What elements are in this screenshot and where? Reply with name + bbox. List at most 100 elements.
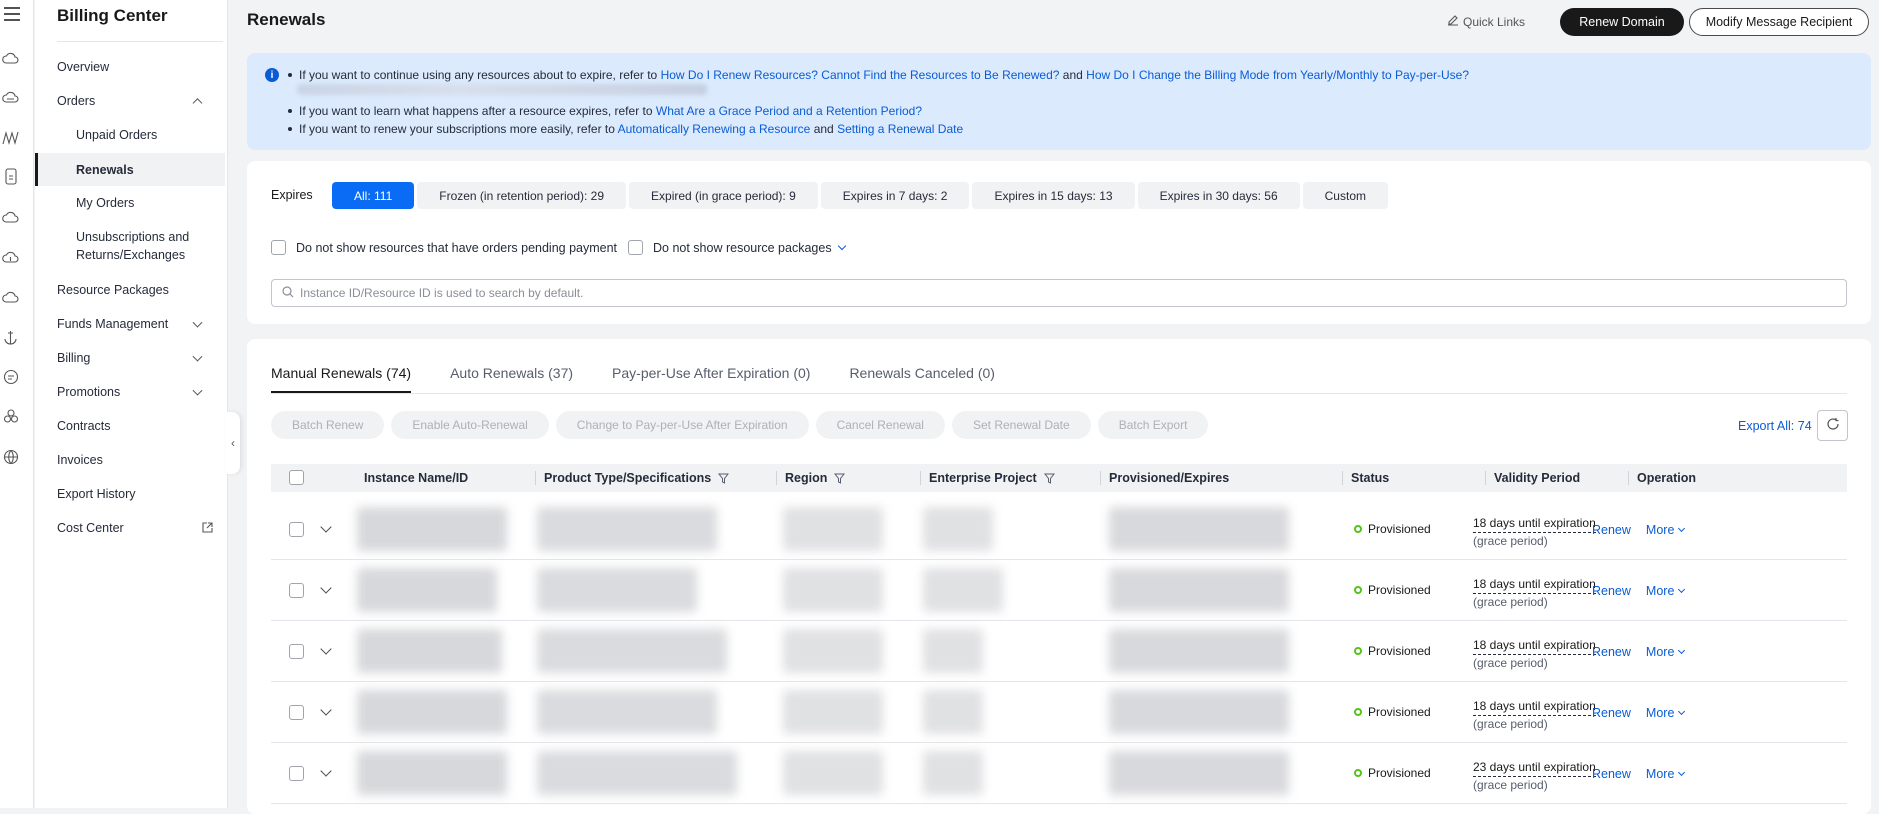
tab-renewals-canceled[interactable]: Renewals Canceled (0) [849,365,995,393]
sidebar-item-billing[interactable]: Billing [35,348,225,368]
search-input[interactable]: Instance ID/Resource ID is used to searc… [271,279,1847,307]
row-checkbox[interactable] [289,522,304,537]
renew-domain-button[interactable]: Renew Domain [1560,8,1684,36]
link-set-renewal-date[interactable]: Setting a Renewal Date [837,122,963,136]
filter-icon[interactable] [834,473,846,484]
cloud-icon[interactable] [0,206,21,227]
menu-icon[interactable] [1,3,22,24]
redacted-dates [1109,568,1289,612]
expand-row-icon[interactable] [320,765,332,777]
cluster-icon[interactable] [0,405,21,426]
renew-link[interactable]: Renew [1592,584,1631,598]
anchor-icon[interactable] [0,326,21,347]
more-dropdown[interactable]: More [1646,645,1686,659]
modify-message-recipient-button[interactable]: Modify Message Recipient [1689,8,1869,36]
cloud-security-icon[interactable] [0,286,21,307]
chip-expired[interactable]: Expired (in grace period): 9 [629,182,818,209]
sidebar-item-cost-center[interactable]: Cost Center [35,518,225,538]
sidebar-item-overview[interactable]: Overview [35,57,225,77]
batch-export-button[interactable]: Batch Export [1097,411,1209,439]
sidebar-item-my-orders[interactable]: My Orders [35,193,225,213]
sidebar-item-unpaid-orders[interactable]: Unpaid Orders [35,125,225,145]
expand-row-icon[interactable] [320,643,332,655]
expand-row-icon[interactable] [320,582,332,594]
resource-packages-checkbox[interactable] [628,240,643,255]
select-all-checkbox[interactable] [289,470,304,485]
expand-row-icon[interactable] [320,704,332,716]
tab-auto-renewals[interactable]: Auto Renewals (37) [450,365,573,393]
row-checkbox[interactable] [289,583,304,598]
chip-custom[interactable]: Custom [1302,182,1388,209]
enable-auto-renewal-button[interactable]: Enable Auto-Renewal [391,411,549,439]
cloud-server-icon[interactable] [0,47,21,68]
link-renew-resources[interactable]: How Do I Renew Resources? Cannot Find th… [661,68,1060,82]
sidebar-title: Billing Center [57,6,168,25]
more-dropdown[interactable]: More [1646,523,1686,537]
export-all-link[interactable]: Export All: 74 [1738,419,1812,433]
status-badge: Provisioned [1354,705,1431,719]
tab-manual-renewals[interactable]: Manual Renewals (74) [271,365,412,393]
storage-icon[interactable] [0,166,21,187]
sidebar-item-unsubscriptions[interactable]: Unsubscriptions and Returns/Exchanges [35,228,205,264]
more-dropdown[interactable]: More [1646,584,1686,598]
cloud-database-icon[interactable] [0,86,21,107]
notice-line-1: If you want to continue using any resour… [287,68,1470,82]
chip-30-days[interactable]: Expires in 30 days: 56 [1137,182,1300,209]
row-checkbox[interactable] [289,766,304,781]
redacted-instance [357,568,497,612]
filter-icon[interactable] [718,473,730,484]
validity-period: 18 days until expiration (grace period) [1473,699,1596,731]
resource-packages-filter[interactable]: Do not show resource packages [628,240,846,255]
refresh-button[interactable] [1817,410,1848,441]
sidebar-item-resource-packages[interactable]: Resource Packages [35,280,225,300]
row-checkbox[interactable] [289,644,304,659]
more-dropdown[interactable]: More [1646,706,1686,720]
filter-icon[interactable] [1043,473,1055,484]
sidebar-item-funds-management[interactable]: Funds Management [35,314,225,334]
cloud-upload-icon[interactable] [0,246,21,267]
sidebar-collapse-button[interactable]: ‹ [226,412,240,474]
sidebar-item-renewals[interactable]: Renewals [35,153,225,186]
column-product-type: Product Type/Specifications [535,464,730,492]
renew-link[interactable]: Renew [1592,767,1631,781]
set-renewal-date-button[interactable]: Set Renewal Date [951,411,1091,439]
row-checkbox[interactable] [289,705,304,720]
more-dropdown[interactable]: More [1646,767,1686,781]
row-operations: Renew More [1592,645,1686,659]
chip-frozen[interactable]: Frozen (in retention period): 29 [417,182,627,209]
link-change-billing-mode[interactable]: How Do I Change the Billing Mode from Ye… [1086,68,1469,82]
sidebar-item-export-history[interactable]: Export History [35,484,225,504]
table-row: Provisioned 18 days until expiration (gra… [271,621,1847,682]
renew-link[interactable]: Renew [1592,523,1631,537]
redacted-text [297,84,707,95]
chip-7-days[interactable]: Expires in 7 days: 2 [820,182,970,209]
chip-15-days[interactable]: Expires in 15 days: 13 [972,182,1135,209]
renew-link[interactable]: Renew [1592,645,1631,659]
sidebar-item-promotions[interactable]: Promotions [35,382,225,402]
globe-icon[interactable] [0,446,21,467]
change-to-pay-per-use-button[interactable]: Change to Pay-per-Use After Expiration [555,411,809,439]
redacted-project [923,629,983,673]
refresh-icon [1826,417,1840,434]
pending-payment-filter[interactable]: Do not show resources that have orders p… [271,240,617,255]
tab-pay-per-use[interactable]: Pay-per-Use After Expiration (0) [612,365,810,393]
sidebar-item-orders[interactable]: Orders [35,91,225,111]
sidebar-item-contracts[interactable]: Contracts [35,416,225,436]
chip-all[interactable]: All: 111 [332,182,415,209]
batch-renew-button[interactable]: Batch Renew [271,411,385,439]
monitor-icon[interactable] [0,366,21,387]
billing-sidebar: Billing Center Overview Orders Unpaid Or… [35,0,228,808]
redacted-region [783,507,883,551]
quick-links[interactable]: Quick Links [1447,14,1525,29]
pending-payment-checkbox[interactable] [271,240,286,255]
renew-link[interactable]: Renew [1592,706,1631,720]
sidebar-item-invoices[interactable]: Invoices [35,450,225,470]
expand-row-icon[interactable] [320,521,332,533]
chevron-down-icon[interactable] [837,241,846,251]
notice-line-2: If you want to learn what happens after … [287,104,923,118]
link-grace-period[interactable]: What Are a Grace Period and a Retention … [656,104,922,118]
redacted-region [783,751,883,795]
link-auto-renew[interactable]: Automatically Renewing a Resource [618,122,811,136]
cancel-renewal-button[interactable]: Cancel Renewal [815,411,945,439]
network-icon[interactable] [0,127,21,148]
